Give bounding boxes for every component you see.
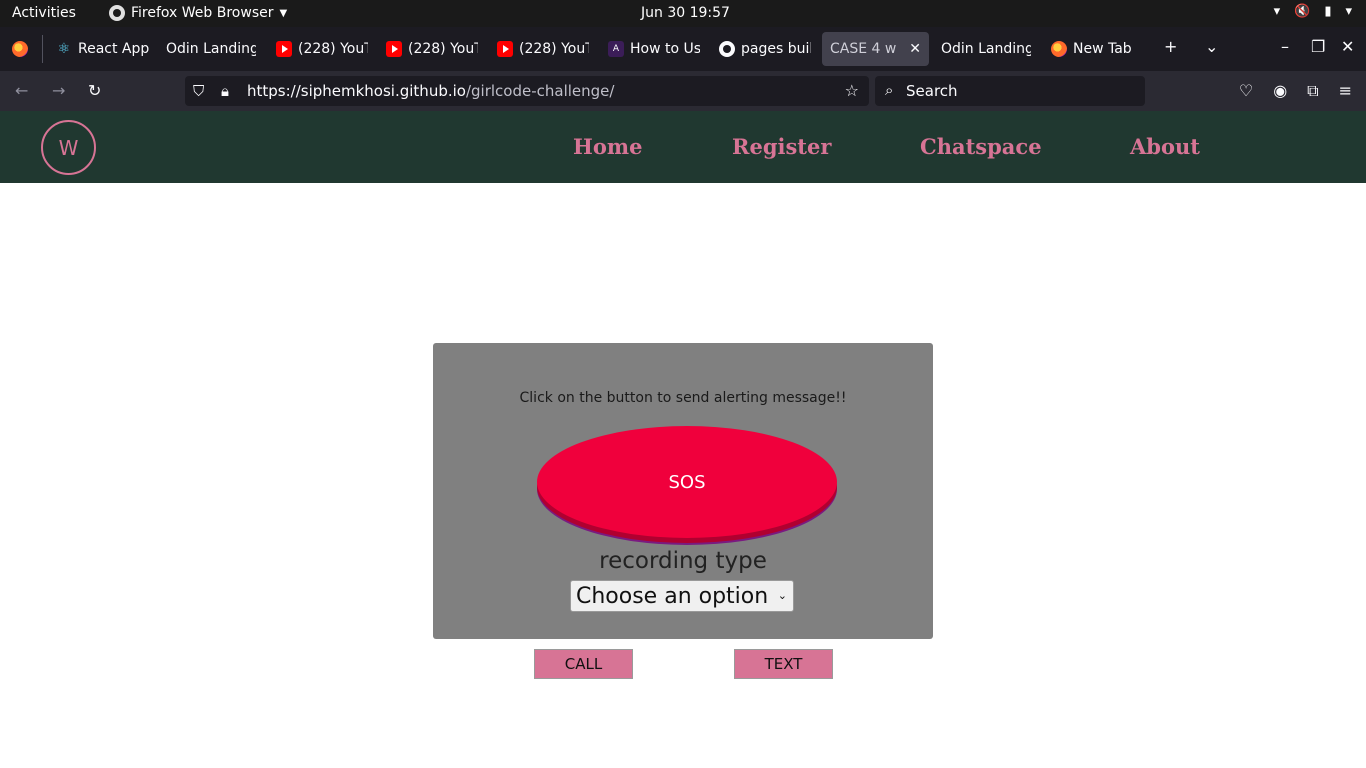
navigation-toolbar: ← → ↻ ⛉ 🔒︎ https://siphemkhosi.github.io… bbox=[0, 71, 1366, 111]
close-tab-icon[interactable]: ✕ bbox=[909, 41, 921, 57]
text-button[interactable]: TEXT bbox=[734, 649, 833, 679]
list-tabs-chevron-icon[interactable]: ⌄ bbox=[1205, 37, 1218, 56]
tab-how-to-use[interactable]: A How to Us bbox=[608, 32, 700, 66]
search-input[interactable]: ⌕ Search bbox=[875, 76, 1145, 106]
clock[interactable]: Jun 30 19:57 bbox=[641, 5, 730, 21]
system-top-bar: Activities Firefox Web Browser ▼ Jun 30 … bbox=[0, 0, 1366, 27]
pocket-icon[interactable]: ♡ bbox=[1239, 81, 1253, 101]
select-value: Choose an option bbox=[576, 583, 769, 609]
volume-icon: 🔇 bbox=[1294, 4, 1311, 19]
firefox-icon bbox=[12, 41, 28, 57]
github-icon bbox=[719, 41, 735, 57]
account-avatar-icon[interactable]: ◉ bbox=[1273, 81, 1287, 101]
astro-icon: A bbox=[608, 41, 624, 57]
sos-label: SOS bbox=[668, 471, 706, 493]
recording-type-label: recording type bbox=[599, 548, 767, 574]
nav-link-register[interactable]: Register bbox=[732, 134, 831, 159]
search-icon: ⌕ bbox=[885, 81, 894, 99]
tab-title: pages buil bbox=[741, 41, 811, 57]
restore-icon[interactable]: ❐ bbox=[1311, 37, 1325, 56]
bookmark-star-icon[interactable]: ☆ bbox=[845, 81, 859, 100]
tab-youtube-1[interactable]: (228) YouT bbox=[276, 32, 368, 66]
hamburger-menu-icon[interactable]: ≡ bbox=[1339, 81, 1352, 101]
minimize-icon[interactable]: – bbox=[1281, 37, 1289, 56]
logo-letter: W bbox=[58, 135, 79, 160]
nav-link-chatspace[interactable]: Chatspace bbox=[920, 134, 1042, 159]
close-window-icon[interactable]: ✕ bbox=[1341, 37, 1354, 56]
tab-title: How to Us bbox=[630, 41, 700, 57]
extensions-icon[interactable]: ⧉ bbox=[1307, 81, 1318, 101]
firefox-icon bbox=[109, 5, 125, 21]
tab-case-4-active[interactable]: CASE 4 wor ✕ bbox=[822, 32, 929, 66]
caret-down-icon: ▼ bbox=[279, 7, 288, 19]
tab-new-tab[interactable]: New Tab bbox=[1051, 32, 1141, 66]
url-text[interactable]: https://siphemkhosi.github.io/girlcode-c… bbox=[247, 82, 614, 100]
sos-button[interactable]: SOS bbox=[537, 426, 837, 538]
tab-title: Odin Landing bbox=[166, 41, 256, 57]
sos-panel: Click on the button to send alerting mes… bbox=[433, 343, 933, 639]
tab-separator bbox=[42, 35, 43, 63]
app-menu[interactable]: Firefox Web Browser ▼ bbox=[109, 5, 287, 21]
site-logo[interactable]: W bbox=[41, 120, 96, 175]
call-label: CALL bbox=[564, 655, 603, 673]
tab-youtube-3[interactable]: (228) YouT bbox=[497, 32, 589, 66]
youtube-icon bbox=[276, 41, 292, 57]
text-label: TEXT bbox=[764, 655, 803, 673]
new-tab-plus-icon[interactable]: + bbox=[1164, 37, 1177, 56]
tab-title: React App bbox=[78, 41, 150, 57]
tab-react-app[interactable]: ⚛ React App bbox=[56, 32, 152, 66]
back-arrow-icon[interactable]: ← bbox=[15, 81, 28, 100]
shield-icon[interactable]: ⛉ bbox=[193, 82, 204, 100]
tab-odin-landing-2[interactable]: Odin Landing bbox=[941, 32, 1031, 66]
tab-title: (228) YouT bbox=[298, 41, 368, 57]
firefox-view-button[interactable] bbox=[12, 32, 30, 66]
firefox-icon bbox=[1051, 41, 1067, 57]
recording-type-select[interactable]: Choose an option ⌄ bbox=[570, 580, 794, 612]
site-header: W Home Register Chatspace About bbox=[0, 111, 1366, 183]
caret-down-icon: ▾ bbox=[1345, 4, 1352, 19]
battery-icon: ▮ bbox=[1324, 4, 1332, 19]
tab-title: CASE 4 wor bbox=[830, 41, 897, 57]
lock-icon[interactable]: 🔒︎ bbox=[221, 82, 229, 100]
url-path: /girlcode-challenge/ bbox=[465, 82, 615, 100]
address-bar[interactable]: ⛉ 🔒︎ https://siphemkhosi.github.io/girlc… bbox=[185, 76, 869, 106]
url-host: https://siphemkhosi.github.io bbox=[247, 82, 466, 100]
activities-button[interactable]: Activities bbox=[12, 5, 76, 21]
tab-title: (228) YouT bbox=[519, 41, 589, 57]
forward-arrow-icon[interactable]: → bbox=[52, 81, 65, 100]
app-name: Firefox Web Browser bbox=[131, 5, 274, 21]
search-placeholder: Search bbox=[906, 82, 958, 100]
tab-strip: ⚛ React App Odin Landing (228) YouT (228… bbox=[0, 27, 1366, 71]
youtube-icon bbox=[497, 41, 513, 57]
tab-odin-landing[interactable]: Odin Landing bbox=[166, 32, 256, 66]
tab-title: Odin Landing bbox=[941, 41, 1031, 57]
nav-link-about[interactable]: About bbox=[1130, 134, 1200, 159]
chevron-down-icon: ⌄ bbox=[777, 589, 787, 602]
react-icon: ⚛ bbox=[57, 41, 71, 57]
call-button[interactable]: CALL bbox=[534, 649, 633, 679]
tab-title: (228) YouT bbox=[408, 41, 478, 57]
wifi-icon: ▾ bbox=[1273, 4, 1281, 19]
reload-icon[interactable]: ↻ bbox=[88, 81, 101, 100]
youtube-icon bbox=[386, 41, 402, 57]
instruction-text: Click on the button to send alerting mes… bbox=[519, 390, 847, 406]
tab-pages-build[interactable]: pages buil bbox=[719, 32, 811, 66]
tab-title: New Tab bbox=[1073, 41, 1132, 57]
tab-youtube-2[interactable]: (228) YouT bbox=[386, 32, 478, 66]
system-tray[interactable]: ▾ 🔇 ▮ ▾ bbox=[1274, 4, 1352, 19]
nav-link-home[interactable]: Home bbox=[573, 134, 642, 159]
